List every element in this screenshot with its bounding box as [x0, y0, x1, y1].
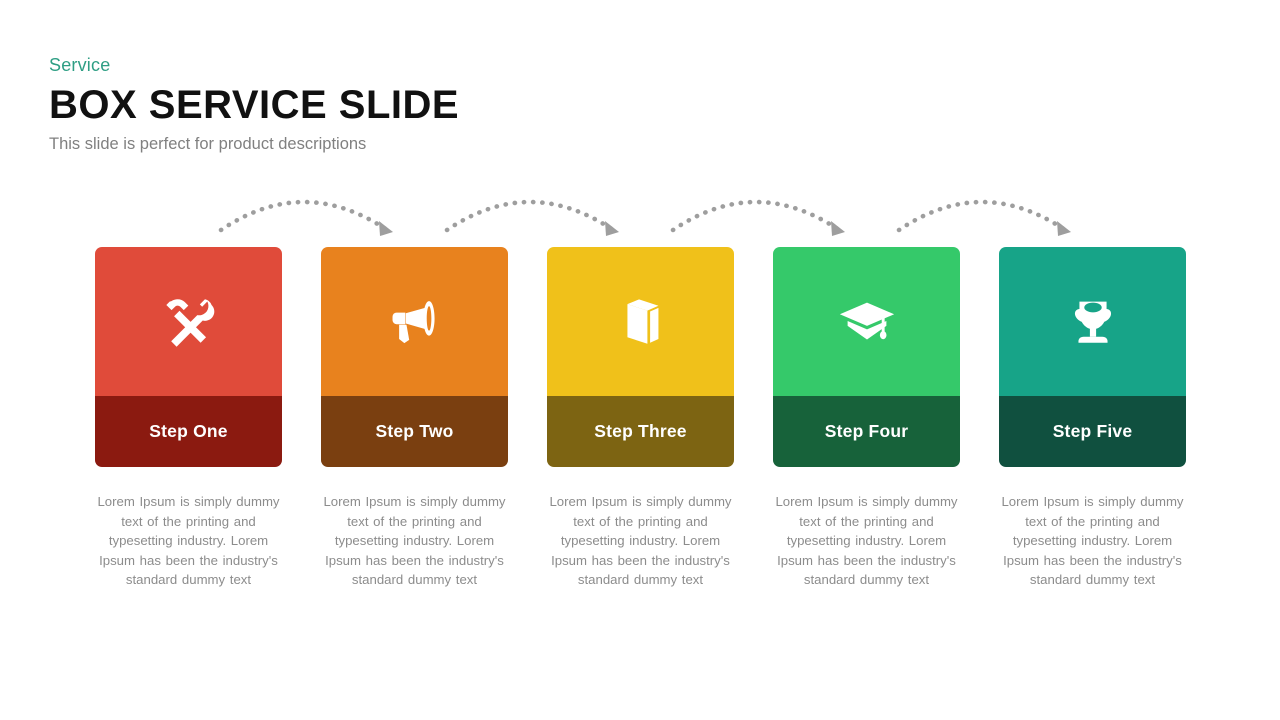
card-label-area: Step Five: [999, 396, 1186, 467]
card-description: Lorem Ipsum is simply dummy text of the …: [1001, 494, 1184, 588]
connector-arrow-1: [221, 202, 393, 236]
graduation-cap-icon: [836, 291, 898, 353]
book-icon: [610, 291, 672, 353]
connector-arrow-3: [673, 202, 845, 236]
card-label-area: Step One: [95, 396, 282, 467]
page-title: BOX SERVICE SLIDE: [49, 83, 460, 127]
eyebrow-label: Service: [49, 55, 111, 75]
service-card-step-four[interactable]: Step Four: [773, 247, 960, 467]
connector-arrow-2: [447, 202, 619, 236]
card-icon-area: [547, 247, 734, 396]
service-cards-row: Step One Step Two Step Three Step Four S…: [95, 247, 1187, 467]
slide-header: Service BOX SERVICE SLIDE This slide is …: [49, 56, 459, 153]
connector-arrow-4: [899, 202, 1071, 236]
megaphone-icon: [384, 291, 446, 353]
card-label: Step Two: [375, 421, 454, 441]
trophy-icon: [1062, 291, 1124, 353]
card-label: Step One: [149, 421, 228, 441]
service-card-step-two[interactable]: Step Two: [321, 247, 508, 467]
card-label-area: Step Four: [773, 396, 960, 467]
card-description: Lorem Ipsum is simply dummy text of the …: [323, 494, 506, 588]
card-label: Step Four: [824, 421, 909, 441]
card-label: Step Five: [1052, 421, 1133, 441]
card-icon-area: [773, 247, 960, 396]
page-subtitle: This slide is perfect for product descri…: [49, 135, 367, 153]
card-label-area: Step Three: [547, 396, 734, 467]
card-label-area: Step Two: [321, 396, 508, 467]
service-card-step-five[interactable]: Step Five: [999, 247, 1186, 467]
card-description: Lorem Ipsum is simply dummy text of the …: [775, 494, 958, 588]
card-descriptions-row: Lorem Ipsum is simply dummy text of the …: [95, 492, 1187, 590]
card-icon-area: [321, 247, 508, 396]
service-card-step-three[interactable]: Step Three: [547, 247, 734, 467]
hammer-wrench-icon: [158, 291, 220, 353]
card-label: Step Three: [594, 421, 687, 441]
service-card-step-one[interactable]: Step One: [95, 247, 282, 467]
card-description: Lorem Ipsum is simply dummy text of the …: [549, 494, 732, 588]
card-description: Lorem Ipsum is simply dummy text of the …: [97, 494, 280, 588]
card-icon-area: [999, 247, 1186, 396]
card-icon-area: [95, 247, 282, 396]
